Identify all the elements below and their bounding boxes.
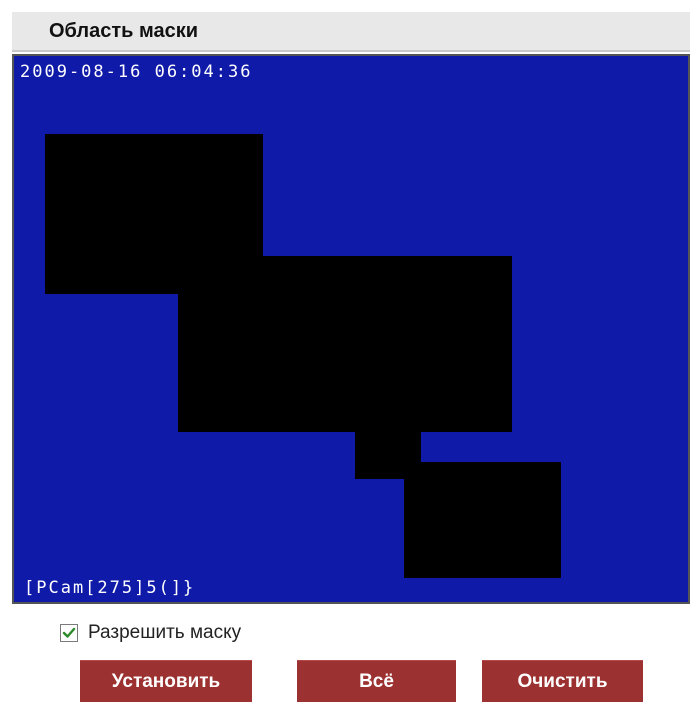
- clear-button[interactable]: Очистить: [482, 660, 643, 702]
- page-title: Область маски: [49, 20, 199, 42]
- video-preview[interactable]: 2009-08-16 06:04:36 [PCam[275]5(]}: [12, 54, 690, 604]
- mask-area-panel: Область маски 2009-08-16 06:04:36 [PCam[…: [0, 0, 690, 702]
- mask-region[interactable]: [404, 462, 561, 578]
- mask-region[interactable]: [178, 256, 512, 432]
- enable-mask-checkbox[interactable]: [60, 624, 78, 642]
- checkmark-icon: [62, 627, 76, 638]
- osd-camera-name: [PCam[275]5(]}: [24, 578, 196, 598]
- set-button[interactable]: Установить: [80, 660, 252, 702]
- enable-mask-label: Разрешить маску: [88, 622, 242, 643]
- panel-header: Область маски: [12, 12, 690, 52]
- enable-mask-row: Разрешить маску: [60, 620, 241, 646]
- osd-timestamp: 2009-08-16 06:04:36: [20, 62, 253, 82]
- select-all-button[interactable]: Всё: [297, 660, 456, 702]
